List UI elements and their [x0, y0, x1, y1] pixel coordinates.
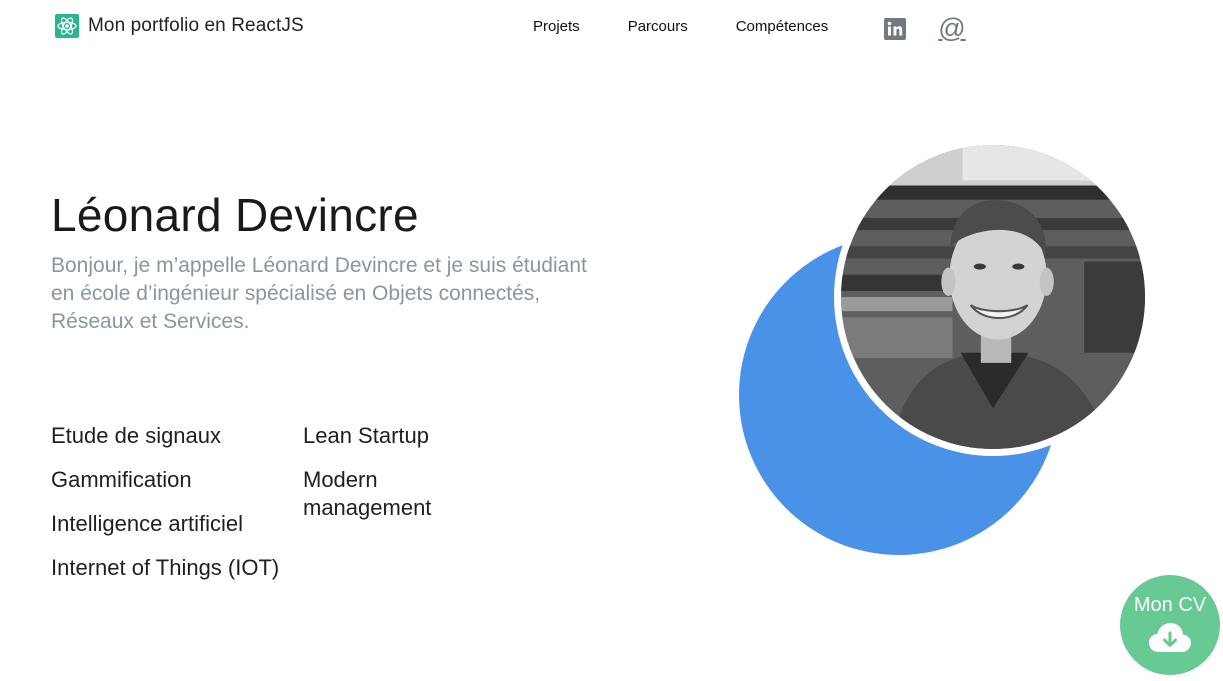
at-sign-icon: @: [938, 13, 966, 43]
nav-link-parcours[interactable]: Parcours: [628, 18, 688, 35]
profile-photo: [834, 138, 1152, 456]
main-nav: Projets Parcours Compétences: [533, 18, 828, 35]
email-link[interactable]: @: [938, 14, 966, 42]
cloud-download-icon: [1149, 623, 1191, 652]
skill-item: Internet of Things (IOT): [51, 555, 280, 580]
skill-item: Etude de signaux: [51, 423, 222, 448]
brand-title: Mon portfolio en ReactJS: [88, 15, 304, 36]
nav-link-projets[interactable]: Projets: [533, 18, 580, 35]
skills-column-2: Lean Startup Modern management: [303, 422, 503, 538]
nav-link-competences[interactable]: Compétences: [736, 18, 829, 35]
react-logo-icon: [55, 14, 79, 38]
hero-intro: Bonjour, je m’appelle Léonard Devincre e…: [51, 254, 587, 333]
download-cv-button[interactable]: Mon CV: [1120, 575, 1220, 675]
cv-button-label: Mon CV: [1133, 594, 1207, 616]
profile-photo-image: [841, 145, 1145, 449]
brand[interactable]: Mon portfolio en ReactJS: [55, 14, 304, 38]
linkedin-icon: [884, 18, 906, 40]
skill-item: Intelligence artificiel: [51, 511, 243, 536]
skill-item: Modern management: [303, 467, 432, 520]
linkedin-link[interactable]: [884, 18, 906, 40]
skills-column-1: Etude de signaux Gammification Intellige…: [51, 422, 291, 598]
hero-name: Léonard Devincre: [51, 189, 419, 241]
skill-item: Gammification: [51, 467, 192, 492]
skill-item: Lean Startup: [303, 423, 429, 448]
